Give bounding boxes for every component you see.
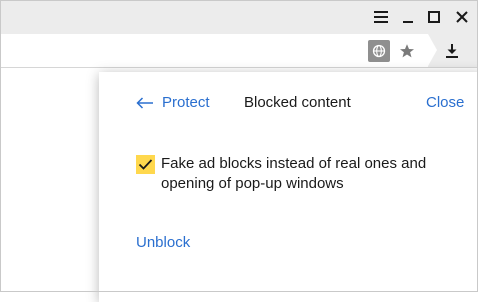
arrow-left-icon [136, 96, 153, 109]
back-to-protect-link[interactable]: Protect [136, 94, 210, 111]
blocked-content-popup: Protect Blocked content Close Fake ad bl… [99, 72, 478, 302]
back-label: Protect [162, 94, 210, 111]
maximize-icon[interactable] [423, 7, 445, 27]
download-icon[interactable] [441, 40, 463, 62]
title-bar [0, 0, 478, 34]
popup-title: Blocked content [244, 94, 351, 111]
option-label: Fake ad blocks instead of real ones and … [161, 155, 427, 192]
address-bar[interactable] [0, 34, 428, 67]
star-icon[interactable] [396, 40, 418, 62]
unblock-link[interactable]: Unblock [136, 234, 190, 251]
close-button[interactable]: Close [426, 94, 464, 111]
close-icon[interactable] [451, 7, 473, 27]
globe-icon[interactable] [368, 40, 390, 62]
menu-icon[interactable] [370, 7, 392, 27]
address-bar-edge [428, 34, 437, 66]
block-fake-ads-option[interactable]: Fake ad blocks instead of real ones and … [136, 154, 436, 194]
checkmark-icon [138, 159, 153, 170]
toolbar [0, 34, 478, 68]
block-fake-ads-checkbox[interactable] [136, 155, 155, 174]
minimize-icon[interactable] [397, 7, 419, 27]
